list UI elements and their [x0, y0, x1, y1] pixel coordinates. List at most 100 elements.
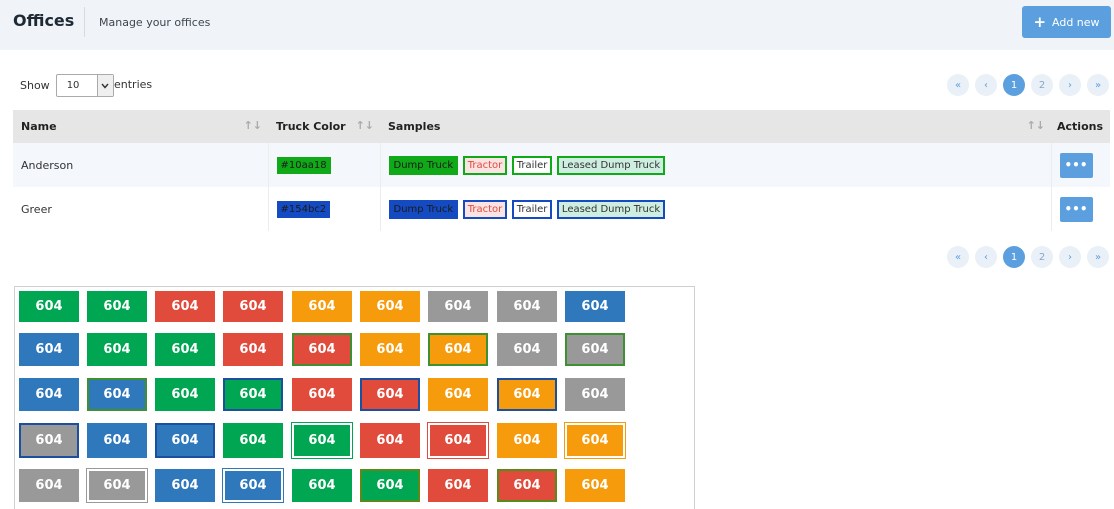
color-swatch: 604: [497, 423, 557, 458]
color-swatch: 604: [428, 423, 488, 458]
color-swatch: 604: [223, 378, 283, 411]
cell-samples: Dump Truck Tractor Trailer Leased Dump T…: [380, 187, 1052, 231]
next-page-icon[interactable]: ›: [1059, 246, 1081, 268]
color-swatch: 604: [19, 378, 79, 411]
color-swatch: 604: [155, 378, 215, 411]
first-page-icon[interactable]: «: [947, 246, 969, 268]
column-header-samples[interactable]: Samples ↑↓: [380, 110, 1051, 143]
color-swatch: 604: [360, 469, 420, 502]
column-header-name[interactable]: Name ↑↓: [13, 110, 268, 143]
cell-samples: Dump Truck Tractor Trailer Leased Dump T…: [380, 143, 1052, 187]
color-swatch: 604: [87, 469, 147, 502]
color-swatch: 604: [428, 469, 488, 502]
color-swatch: 604: [428, 291, 488, 322]
sample-tag-leased-dump-truck: Leased Dump Truck: [556, 155, 666, 175]
color-chip: #10aa18: [276, 156, 331, 174]
first-page-icon[interactable]: «: [947, 74, 969, 96]
cell-truck-color: #10aa18: [268, 143, 381, 187]
sample-tag-trailer: Trailer: [511, 199, 553, 219]
page-header: Offices Manage your offices + Add new: [0, 0, 1114, 50]
color-swatch: 604: [565, 333, 625, 366]
pagination-bottom: « ‹ 1 2 › »: [947, 246, 1109, 268]
color-swatch: 604: [428, 378, 488, 411]
next-page-icon[interactable]: ›: [1059, 74, 1081, 96]
color-swatch-grid: 604 604 604 604 604 604 604 604 604 604 604 604 604 6…: [14, 286, 695, 509]
table-header-row: Name ↑↓ Truck Color ↑↓ Samples ↑↓ Action…: [13, 110, 1110, 143]
column-samples-label: Samples: [388, 120, 441, 133]
color-swatch: 604: [155, 333, 215, 366]
add-new-label: Add new: [1052, 15, 1100, 29]
color-swatch: 604: [19, 291, 79, 322]
pagination-top: « ‹ 1 2 › »: [947, 74, 1109, 96]
table-row: Anderson #10aa18 Dump Truck Tractor Trai…: [13, 143, 1110, 187]
cell-name: Greer: [13, 187, 269, 231]
chevron-down-icon: [96, 75, 113, 96]
column-header-actions: Actions: [1051, 110, 1110, 143]
color-swatch: 604: [87, 378, 147, 411]
row-actions-button[interactable]: •••: [1059, 152, 1093, 178]
color-swatch: 604: [19, 423, 79, 458]
color-chip: #154bc2: [276, 200, 331, 218]
color-swatch: 604: [360, 378, 420, 411]
cell-name: Anderson: [13, 143, 269, 187]
entries-select[interactable]: 10: [55, 74, 114, 97]
add-new-button[interactable]: + Add new: [1022, 6, 1111, 38]
color-swatch: 604: [428, 333, 488, 366]
color-swatch: 604: [87, 291, 147, 322]
color-swatch: 604: [87, 333, 147, 366]
length-control: Show 10: [16, 74, 116, 97]
page-title: Offices: [13, 11, 75, 30]
color-swatch: 604: [19, 469, 79, 502]
entries-label: entries: [114, 78, 153, 91]
sample-tag-tractor: Tractor: [462, 155, 508, 175]
sample-tag-tractor: Tractor: [462, 199, 508, 219]
offices-table: Name ↑↓ Truck Color ↑↓ Samples ↑↓ Action…: [13, 110, 1110, 231]
cell-truck-color: #154bc2: [268, 187, 381, 231]
prev-page-icon[interactable]: ‹: [975, 74, 997, 96]
column-actions-label: Actions: [1057, 120, 1103, 133]
sort-icon: ↑↓: [355, 119, 374, 132]
page-1-button[interactable]: 1: [1003, 74, 1025, 96]
color-swatch: 604: [497, 469, 557, 502]
column-header-truck-color[interactable]: Truck Color ↑↓: [268, 110, 380, 143]
last-page-icon[interactable]: »: [1087, 74, 1109, 96]
color-swatch: 604: [223, 291, 283, 322]
color-swatch: 604: [223, 469, 283, 502]
show-label: Show: [20, 79, 50, 92]
title-divider: [84, 7, 85, 37]
color-swatch: 604: [497, 291, 557, 322]
color-swatch: 604: [292, 378, 352, 411]
page-subtitle: Manage your offices: [99, 16, 211, 29]
color-swatch: 604: [87, 423, 147, 458]
column-name-label: Name: [21, 120, 57, 133]
page-2-button[interactable]: 2: [1031, 74, 1053, 96]
prev-page-icon[interactable]: ‹: [975, 246, 997, 268]
color-swatch: 604: [565, 378, 625, 411]
color-swatch: 604: [360, 333, 420, 366]
color-swatch: 604: [565, 423, 625, 458]
page-1-button[interactable]: 1: [1003, 246, 1025, 268]
row-actions-button[interactable]: •••: [1059, 196, 1093, 222]
cell-actions: •••: [1051, 143, 1110, 187]
color-swatch: 604: [19, 333, 79, 366]
color-swatch: 604: [155, 423, 215, 458]
page-2-button[interactable]: 2: [1031, 246, 1053, 268]
color-swatch: 604: [292, 469, 352, 502]
cell-actions: •••: [1051, 187, 1110, 231]
sort-icon: ↑↓: [1026, 119, 1045, 132]
table-row: Greer #154bc2 Dump Truck Tractor Trailer…: [13, 187, 1110, 231]
color-swatch: 604: [360, 423, 420, 458]
color-swatch: 604: [565, 291, 625, 322]
color-swatch: 604: [292, 291, 352, 322]
sort-icon: ↑↓: [243, 119, 262, 132]
sample-tag-leased-dump-truck: Leased Dump Truck: [556, 199, 666, 219]
color-swatch: 604: [155, 469, 215, 502]
color-swatch: 604: [223, 333, 283, 366]
color-swatch: 604: [565, 469, 625, 502]
entries-select-value: 10: [66, 80, 80, 91]
color-swatch: 604: [155, 291, 215, 322]
color-swatch: 604: [292, 333, 352, 366]
plus-icon: +: [1033, 12, 1047, 31]
last-page-icon[interactable]: »: [1087, 246, 1109, 268]
column-truck-color-label: Truck Color: [276, 120, 346, 133]
